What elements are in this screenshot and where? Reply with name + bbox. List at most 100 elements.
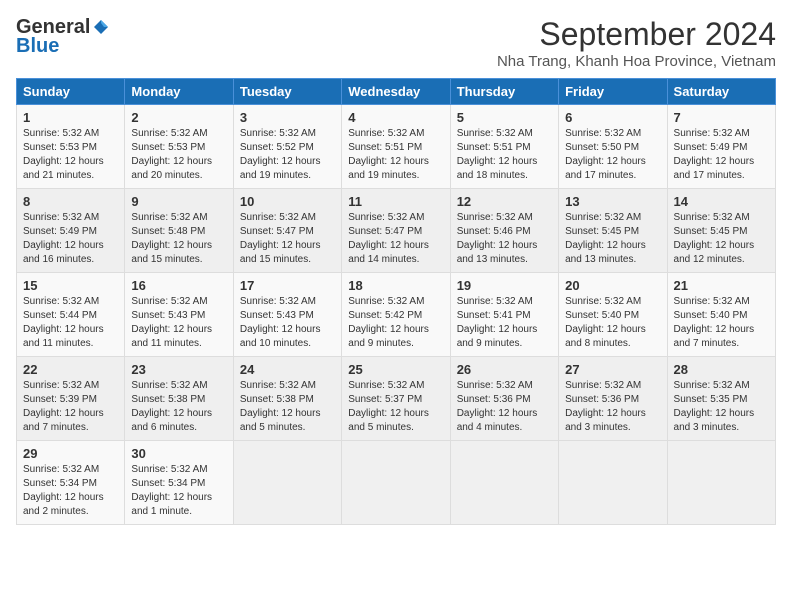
header-friday: Friday	[559, 79, 667, 105]
day-cell-10: 10 Sunrise: 5:32 AM Sunset: 5:47 PM Dayl…	[233, 189, 341, 273]
day-number: 5	[457, 110, 552, 125]
sunrise-label: Sunrise: 5:32 AM	[240, 128, 316, 139]
sunset-label: Sunset: 5:34 PM	[131, 478, 205, 489]
logo: General Blue	[16, 16, 110, 58]
daylight-label: Daylight: 12 hours and 19 minutes.	[348, 156, 429, 181]
day-cell-24: 24 Sunrise: 5:32 AM Sunset: 5:38 PM Dayl…	[233, 357, 341, 441]
daylight-label: Daylight: 12 hours and 15 minutes.	[131, 240, 212, 265]
calendar-row-2: 8 Sunrise: 5:32 AM Sunset: 5:49 PM Dayli…	[17, 189, 776, 273]
day-cell-22: 22 Sunrise: 5:32 AM Sunset: 5:39 PM Dayl…	[17, 357, 125, 441]
sunset-label: Sunset: 5:49 PM	[674, 142, 748, 153]
header-monday: Monday	[125, 79, 233, 105]
day-info: Sunrise: 5:32 AM Sunset: 5:43 PM Dayligh…	[240, 295, 335, 351]
sunset-label: Sunset: 5:34 PM	[23, 478, 97, 489]
sunset-label: Sunset: 5:39 PM	[23, 394, 97, 405]
daylight-label: Daylight: 12 hours and 20 minutes.	[131, 156, 212, 181]
sunrise-label: Sunrise: 5:32 AM	[565, 296, 641, 307]
empty-cell	[342, 441, 450, 525]
daylight-label: Daylight: 12 hours and 11 minutes.	[23, 324, 104, 349]
day-cell-8: 8 Sunrise: 5:32 AM Sunset: 5:49 PM Dayli…	[17, 189, 125, 273]
day-cell-19: 19 Sunrise: 5:32 AM Sunset: 5:41 PM Dayl…	[450, 273, 558, 357]
sunset-label: Sunset: 5:36 PM	[457, 394, 531, 405]
daylight-label: Daylight: 12 hours and 16 minutes.	[23, 240, 104, 265]
daylight-label: Daylight: 12 hours and 12 minutes.	[674, 240, 755, 265]
sunset-label: Sunset: 5:53 PM	[23, 142, 97, 153]
sunrise-label: Sunrise: 5:32 AM	[131, 296, 207, 307]
sunrise-label: Sunrise: 5:32 AM	[23, 380, 99, 391]
day-cell-11: 11 Sunrise: 5:32 AM Sunset: 5:47 PM Dayl…	[342, 189, 450, 273]
daylight-label: Daylight: 12 hours and 9 minutes.	[348, 324, 429, 349]
day-cell-6: 6 Sunrise: 5:32 AM Sunset: 5:50 PM Dayli…	[559, 105, 667, 189]
day-info: Sunrise: 5:32 AM Sunset: 5:37 PM Dayligh…	[348, 379, 443, 435]
sunrise-label: Sunrise: 5:32 AM	[348, 212, 424, 223]
day-info: Sunrise: 5:32 AM Sunset: 5:43 PM Dayligh…	[131, 295, 226, 351]
sunrise-label: Sunrise: 5:32 AM	[457, 380, 533, 391]
day-info: Sunrise: 5:32 AM Sunset: 5:42 PM Dayligh…	[348, 295, 443, 351]
sunset-label: Sunset: 5:47 PM	[240, 226, 314, 237]
day-number: 17	[240, 278, 335, 293]
sunrise-label: Sunrise: 5:32 AM	[565, 212, 641, 223]
title-block: September 2024 Nha Trang, Khanh Hoa Prov…	[497, 16, 776, 70]
day-info: Sunrise: 5:32 AM Sunset: 5:53 PM Dayligh…	[23, 127, 118, 183]
daylight-label: Daylight: 12 hours and 19 minutes.	[240, 156, 321, 181]
day-number: 14	[674, 194, 769, 209]
sunrise-label: Sunrise: 5:32 AM	[131, 464, 207, 475]
calendar-table: Sunday Monday Tuesday Wednesday Thursday…	[16, 78, 776, 525]
sunrise-label: Sunrise: 5:32 AM	[457, 128, 533, 139]
sunset-label: Sunset: 5:46 PM	[457, 226, 531, 237]
calendar-row-1: 1 Sunrise: 5:32 AM Sunset: 5:53 PM Dayli…	[17, 105, 776, 189]
daylight-label: Daylight: 12 hours and 17 minutes.	[674, 156, 755, 181]
day-number: 4	[348, 110, 443, 125]
daylight-label: Daylight: 12 hours and 8 minutes.	[565, 324, 646, 349]
day-info: Sunrise: 5:32 AM Sunset: 5:34 PM Dayligh…	[131, 463, 226, 519]
sunrise-label: Sunrise: 5:32 AM	[23, 212, 99, 223]
daylight-label: Daylight: 12 hours and 1 minute.	[131, 492, 212, 517]
header-saturday: Saturday	[667, 79, 775, 105]
sunrise-label: Sunrise: 5:32 AM	[23, 296, 99, 307]
day-info: Sunrise: 5:32 AM Sunset: 5:51 PM Dayligh…	[348, 127, 443, 183]
day-number: 12	[457, 194, 552, 209]
day-cell-5: 5 Sunrise: 5:32 AM Sunset: 5:51 PM Dayli…	[450, 105, 558, 189]
logo-blue: Blue	[16, 35, 59, 58]
sunset-label: Sunset: 5:40 PM	[674, 310, 748, 321]
sunrise-label: Sunrise: 5:32 AM	[674, 380, 750, 391]
sunrise-label: Sunrise: 5:32 AM	[240, 296, 316, 307]
daylight-label: Daylight: 12 hours and 15 minutes.	[240, 240, 321, 265]
daylight-label: Daylight: 12 hours and 3 minutes.	[565, 408, 646, 433]
day-info: Sunrise: 5:32 AM Sunset: 5:48 PM Dayligh…	[131, 211, 226, 267]
sunset-label: Sunset: 5:37 PM	[348, 394, 422, 405]
sunset-label: Sunset: 5:42 PM	[348, 310, 422, 321]
day-info: Sunrise: 5:32 AM Sunset: 5:49 PM Dayligh…	[23, 211, 118, 267]
day-number: 10	[240, 194, 335, 209]
day-cell-17: 17 Sunrise: 5:32 AM Sunset: 5:43 PM Dayl…	[233, 273, 341, 357]
sunrise-label: Sunrise: 5:32 AM	[23, 464, 99, 475]
day-number: 22	[23, 362, 118, 377]
sunrise-label: Sunrise: 5:32 AM	[348, 296, 424, 307]
header-wednesday: Wednesday	[342, 79, 450, 105]
day-number: 25	[348, 362, 443, 377]
day-cell-9: 9 Sunrise: 5:32 AM Sunset: 5:48 PM Dayli…	[125, 189, 233, 273]
sunrise-label: Sunrise: 5:32 AM	[348, 380, 424, 391]
day-number: 2	[131, 110, 226, 125]
daylight-label: Daylight: 12 hours and 7 minutes.	[23, 408, 104, 433]
day-cell-27: 27 Sunrise: 5:32 AM Sunset: 5:36 PM Dayl…	[559, 357, 667, 441]
calendar-row-4: 22 Sunrise: 5:32 AM Sunset: 5:39 PM Dayl…	[17, 357, 776, 441]
empty-cell	[450, 441, 558, 525]
day-info: Sunrise: 5:32 AM Sunset: 5:35 PM Dayligh…	[674, 379, 769, 435]
sunset-label: Sunset: 5:45 PM	[674, 226, 748, 237]
daylight-label: Daylight: 12 hours and 18 minutes.	[457, 156, 538, 181]
header-sunday: Sunday	[17, 79, 125, 105]
day-cell-14: 14 Sunrise: 5:32 AM Sunset: 5:45 PM Dayl…	[667, 189, 775, 273]
sunset-label: Sunset: 5:51 PM	[457, 142, 531, 153]
day-cell-1: 1 Sunrise: 5:32 AM Sunset: 5:53 PM Dayli…	[17, 105, 125, 189]
day-number: 8	[23, 194, 118, 209]
day-info: Sunrise: 5:32 AM Sunset: 5:44 PM Dayligh…	[23, 295, 118, 351]
daylight-label: Daylight: 12 hours and 21 minutes.	[23, 156, 104, 181]
sunset-label: Sunset: 5:40 PM	[565, 310, 639, 321]
day-cell-16: 16 Sunrise: 5:32 AM Sunset: 5:43 PM Dayl…	[125, 273, 233, 357]
sunrise-label: Sunrise: 5:32 AM	[565, 128, 641, 139]
day-number: 1	[23, 110, 118, 125]
day-info: Sunrise: 5:32 AM Sunset: 5:36 PM Dayligh…	[565, 379, 660, 435]
day-cell-21: 21 Sunrise: 5:32 AM Sunset: 5:40 PM Dayl…	[667, 273, 775, 357]
weekday-header-row: Sunday Monday Tuesday Wednesday Thursday…	[17, 79, 776, 105]
